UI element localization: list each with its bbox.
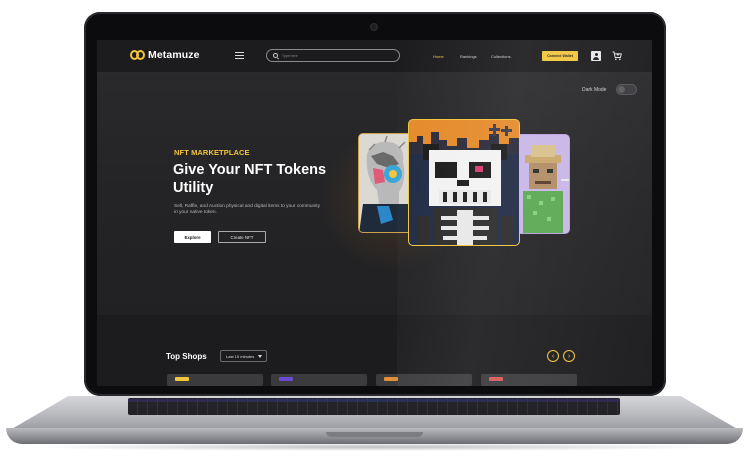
brand-name: Metamuze bbox=[148, 49, 200, 61]
explore-button[interactable]: Explore bbox=[174, 231, 211, 243]
nav-link-home[interactable]: Home bbox=[433, 54, 444, 59]
search-bar[interactable] bbox=[266, 49, 400, 62]
time-filter-value: Last 15 minutes bbox=[226, 353, 255, 359]
hero-eyebrow: NFT MARKETPLACE bbox=[174, 148, 250, 157]
shop-card[interactable] bbox=[271, 374, 367, 386]
chevron-right-icon[interactable]: › bbox=[563, 350, 575, 362]
toggle-knob bbox=[618, 86, 625, 93]
time-filter-select[interactable]: Last 15 minutes bbox=[220, 350, 267, 362]
laptop-mockup: Metamuze Home Rankings Collections Conne… bbox=[0, 0, 749, 466]
nft-card-featured[interactable] bbox=[408, 119, 520, 246]
nft-artwork-cyborg bbox=[359, 134, 413, 232]
hero-title: Give Your NFT Tokens Utility bbox=[173, 162, 327, 196]
search-input[interactable] bbox=[282, 53, 382, 58]
logo-mark-icon bbox=[130, 50, 145, 60]
hero-description: Sell, Raffle, and Auction physical and d… bbox=[174, 204, 321, 216]
connect-wallet-button[interactable]: Connect Wallet bbox=[542, 51, 578, 61]
search-icon bbox=[273, 53, 278, 58]
dark-mode-label: Dark Mode bbox=[582, 87, 607, 93]
nav-link-rankings[interactable]: Rankings bbox=[460, 54, 477, 59]
shop-card[interactable] bbox=[376, 374, 472, 386]
cart-icon[interactable] bbox=[612, 51, 622, 61]
chevron-left-icon[interactable]: ‹ bbox=[547, 350, 559, 362]
laptop-shadow bbox=[20, 443, 729, 451]
menu-icon[interactable] bbox=[235, 52, 244, 59]
chevron-down-icon bbox=[258, 355, 262, 358]
user-icon[interactable] bbox=[591, 51, 601, 61]
shop-card[interactable] bbox=[481, 374, 577, 386]
keyboard-backlight bbox=[128, 399, 620, 402]
create-nft-button[interactable]: Create NFT bbox=[218, 231, 266, 243]
nft-artwork-pixel-explorer bbox=[515, 135, 569, 233]
top-navbar: Metamuze Home Rankings Collections Conne… bbox=[97, 40, 652, 72]
app-screen: Metamuze Home Rankings Collections Conne… bbox=[97, 40, 652, 386]
lid-notch bbox=[326, 432, 423, 437]
shop-card[interactable] bbox=[167, 374, 263, 386]
webcam bbox=[370, 23, 378, 31]
brand-logo[interactable]: Metamuze bbox=[130, 49, 200, 61]
nft-card-right[interactable] bbox=[514, 134, 570, 234]
nft-artwork-skull-panda bbox=[409, 120, 519, 245]
nav-link-collections[interactable]: Collections bbox=[491, 54, 511, 59]
nft-card-left[interactable] bbox=[358, 133, 414, 233]
dark-mode-toggle[interactable] bbox=[616, 84, 637, 95]
top-shops-heading: Top Shops bbox=[166, 352, 207, 361]
